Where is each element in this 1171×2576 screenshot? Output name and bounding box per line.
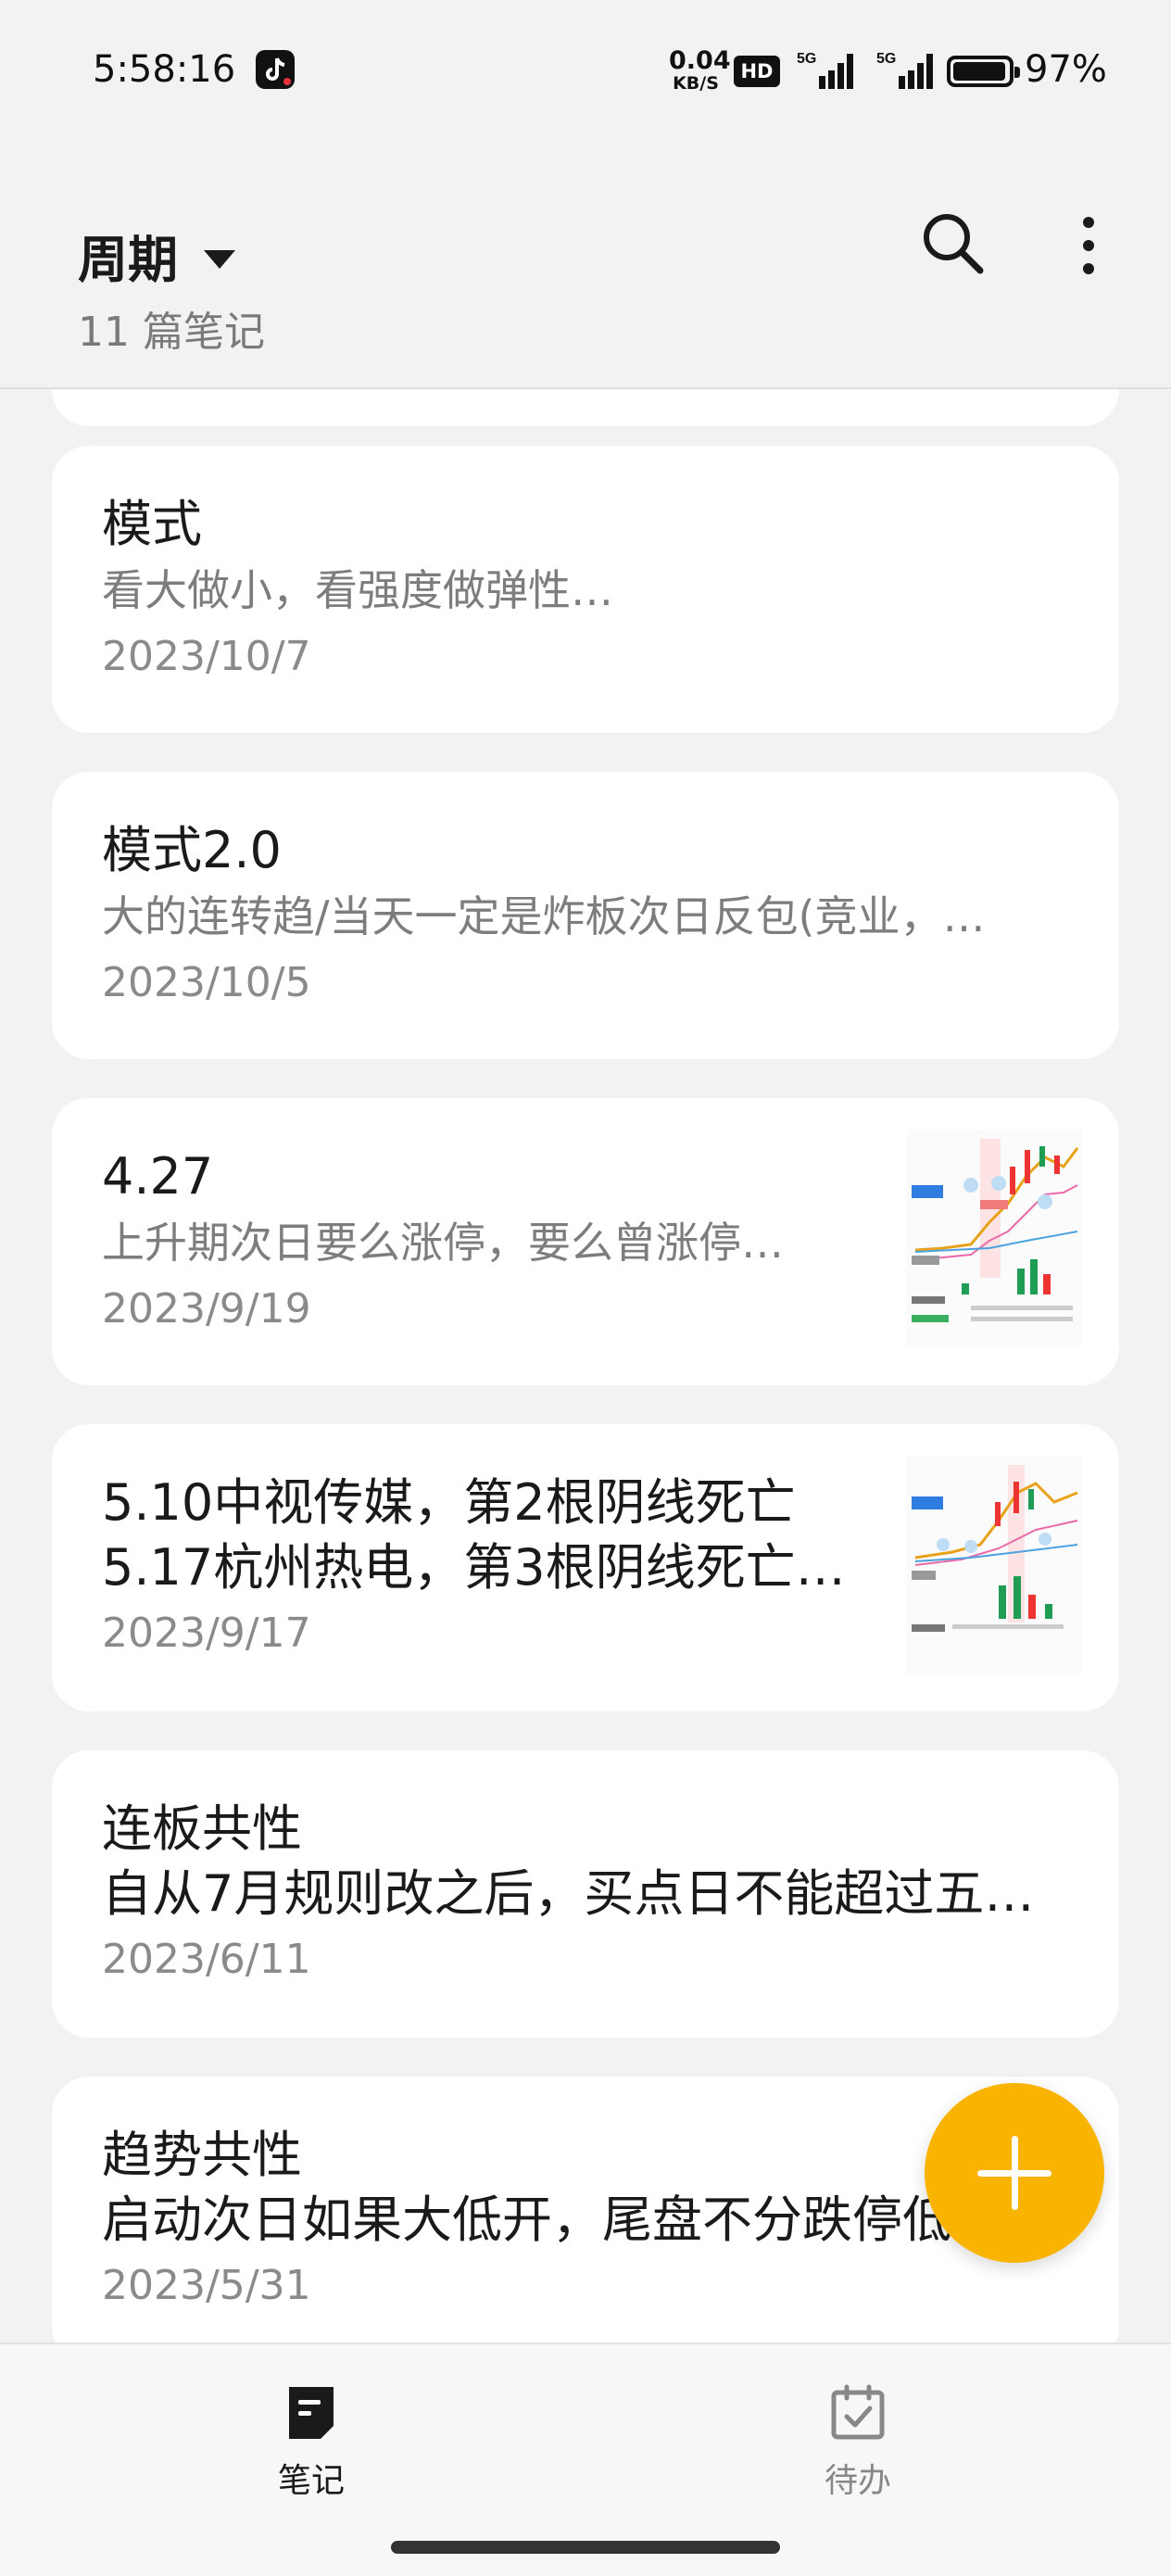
battery-fill [953,62,1006,81]
note-title-line2: 自从7月规则改之后，买点日不能超过五… [102,1864,1035,1923]
nav-label-todo: 待办 [824,2462,891,2500]
search-icon[interactable] [919,209,986,276]
note-card[interactable]: 模式 看大做小，看强度做弹性… 2023/10/7 [52,446,1119,733]
battery-icon [947,56,1020,87]
note-card[interactable]: 5.10中视传媒，第2根阴线死亡 5.17杭州热电，第3根阴线死亡… 2023/… [52,1424,1119,1711]
more-options-icon[interactable] [1075,213,1102,278]
battery-percent: 97% [1025,48,1107,91]
note-date: 2023/9/19 [102,1285,311,1332]
nav-tab-todo[interactable]: 待办 [747,2383,969,2502]
note-date: 2023/10/5 [102,959,311,1006]
note-thumbnail-stock-chart [906,1130,1082,1348]
hd-voice-icon: HD [734,56,780,87]
network-speed: 0.04 KB/S [669,46,731,94]
note-thumbnail-stock-chart [906,1456,1082,1674]
home-indicator[interactable] [391,2541,780,2554]
nav-label-notes: 笔记 [277,2462,345,2500]
note-card[interactable]: 模式2.0 大的连转趋/当天一定是炸板次日反包(竞业，… 2023/10/5 [52,772,1119,1059]
note-date: 2023/10/7 [102,633,311,680]
note-title: 连板共性 [102,1799,302,1858]
todo-calendar-check-icon [831,2384,885,2440]
caret-down-icon [204,249,235,269]
network-speed-unit: KB/S [673,73,719,94]
note-title-line2: 启动次日如果大低开，尾盘不分跌停低 [102,2191,952,2249]
note-snippet: 看大做小，看强度做弹性… [102,565,613,615]
note-card[interactable]: 4.27 上升期次日要么涨停，要么曾涨停… 2023/9/19 [52,1098,1119,1385]
note-list[interactable]: 模式 看大做小，看强度做弹性… 2023/10/7 模式2.0 大的连转趋/当天… [0,389,1171,2342]
note-snippet: 大的连转趋/当天一定是炸板次日反包(竞业，… [102,891,986,941]
note-title: 模式2.0 [102,821,282,879]
note-title-line2: 5.17杭州热电，第3根阴线死亡… [102,1538,846,1597]
nav-tab-notes[interactable]: 笔记 [200,2383,422,2502]
status-bar: 5:58:16 0.04 KB/S HD 5G 5G 97% [0,0,1171,139]
app-header: 周期 11 篇笔记 [0,139,1171,389]
folder-selector[interactable]: 周期 [78,219,235,292]
note-title: 4.27 [102,1147,214,1206]
note-snippet: 上升期次日要么涨停，要么曾涨停… [102,1218,784,1268]
note-card-partial[interactable] [52,389,1119,426]
note-date: 2023/6/11 [102,1936,311,1983]
status-time: 5:58:16 [93,48,236,91]
note-title: 模式 [102,495,202,553]
note-title: 5.10中视传媒，第2根阴线死亡 [102,1473,796,1532]
note-icon [289,2387,334,2439]
note-count: 11 篇笔记 [78,309,265,356]
tiktok-app-icon [256,50,295,89]
note-date: 2023/5/31 [102,2262,311,2309]
network-speed-value: 0.04 [669,46,731,75]
add-note-button[interactable] [925,2083,1104,2263]
signal-5g-label: 5G [797,51,816,67]
folder-name: 周期 [78,231,178,289]
note-card[interactable]: 连板共性 自从7月规则改之后，买点日不能超过五… 2023/6/11 [52,1750,1119,2038]
signal-5g-icon: 5G [795,48,860,91]
signal-5g-label-2: 5G [876,51,896,67]
note-date: 2023/9/17 [102,1610,311,1657]
signal-5g-icon-2: 5G [875,48,939,91]
